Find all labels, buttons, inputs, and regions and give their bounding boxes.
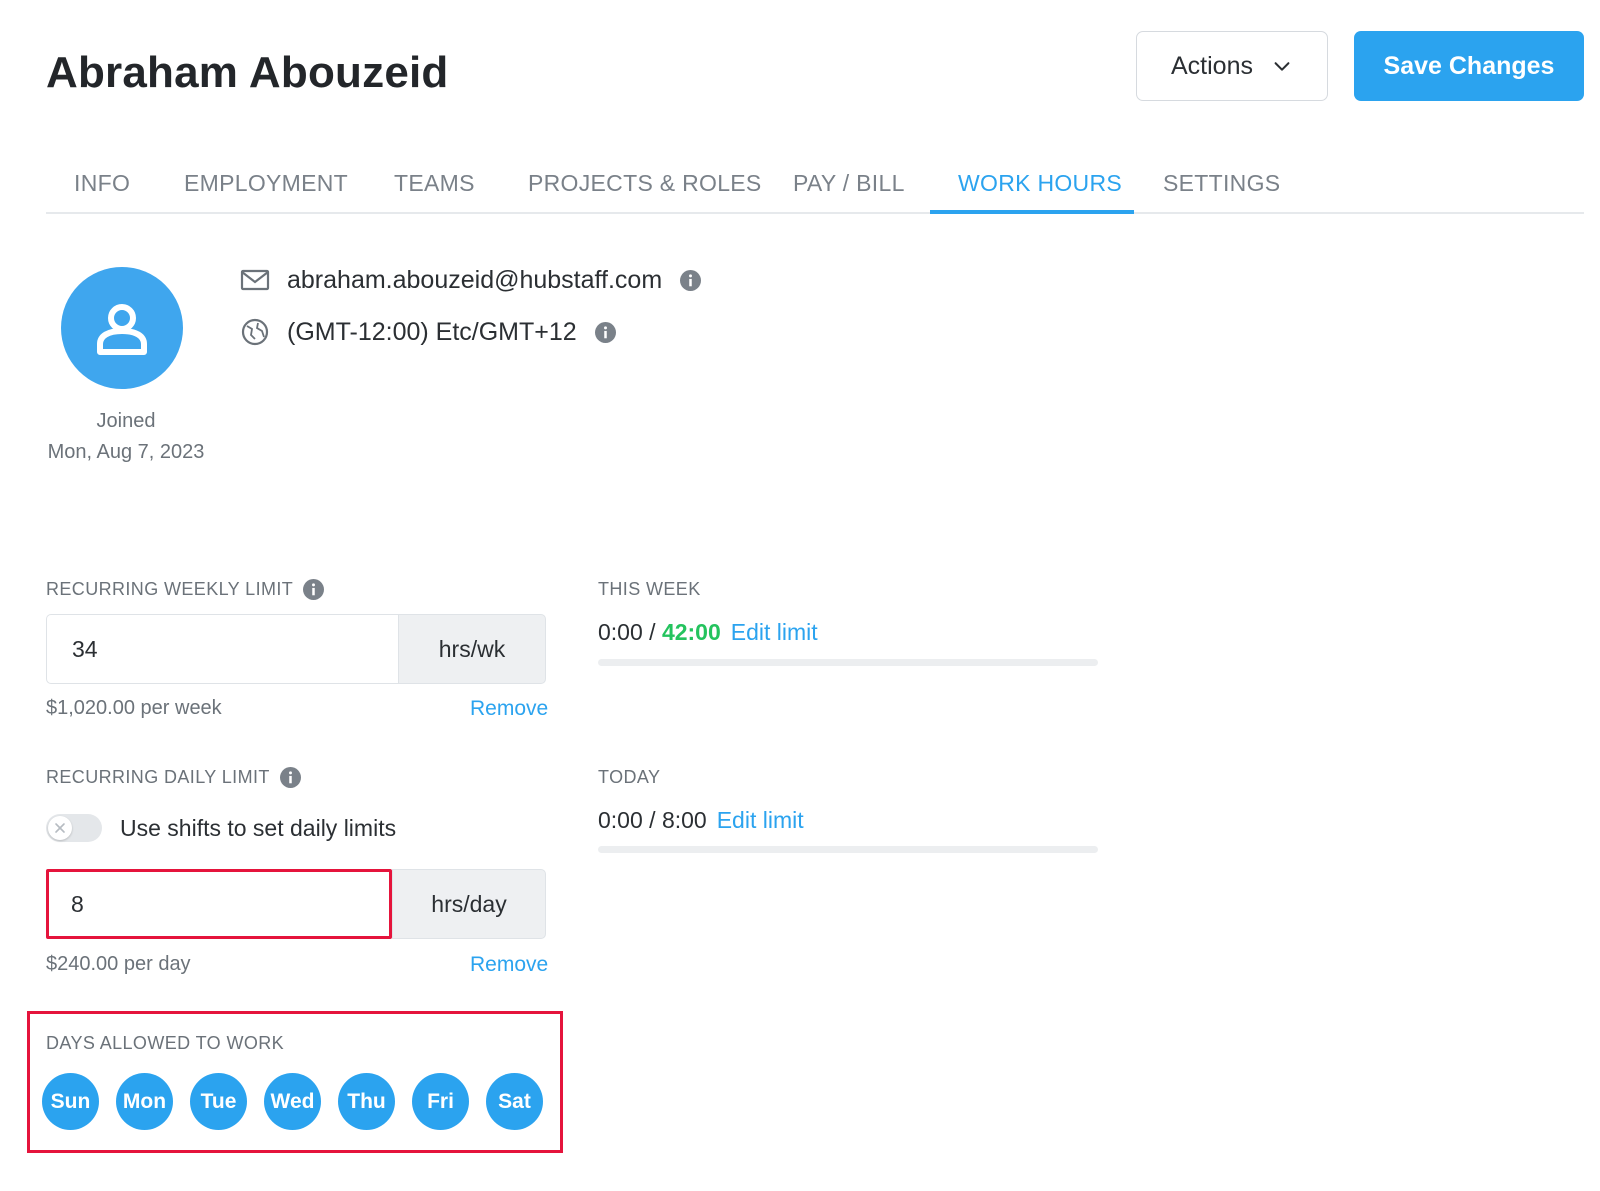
day-tue[interactable]: Tue	[190, 1073, 247, 1130]
this-week-progress-bar	[598, 659, 1098, 666]
daily-limit-label-text: RECURRING DAILY LIMIT	[46, 767, 270, 787]
close-icon	[55, 823, 65, 833]
weekly-limit-input-group: 34 hrs/wk	[46, 614, 546, 684]
weekly-remove-link[interactable]: Remove	[470, 697, 548, 721]
info-icon[interactable]	[279, 767, 301, 788]
today-used: 0:00	[598, 807, 643, 833]
shifts-toggle-row: Use shifts to set daily limits	[46, 814, 396, 842]
shifts-toggle-label: Use shifts to set daily limits	[120, 814, 397, 841]
actions-button[interactable]: Actions	[1136, 31, 1328, 101]
daily-limit-unit: hrs/day	[392, 869, 546, 939]
timezone-text: (GMT-12:00) Etc/GMT+12	[287, 317, 577, 346]
tab-teams[interactable]: TEAMS	[394, 170, 475, 214]
shifts-toggle[interactable]	[46, 814, 102, 842]
mail-icon	[240, 269, 270, 291]
day-fri[interactable]: Fri	[412, 1073, 469, 1130]
actions-label: Actions	[1171, 51, 1253, 80]
chevron-down-icon	[1274, 62, 1290, 71]
page-title: Abraham Abouzeid	[46, 48, 449, 97]
days-allowed-label: DAYS ALLOWED TO WORK	[46, 1033, 285, 1053]
weekly-limit-label: RECURRING WEEKLY LIMIT	[46, 579, 325, 600]
today-summary: 0:00 / 8:00 Edit limit	[598, 807, 804, 834]
user-icon	[97, 304, 147, 355]
daily-remove-link[interactable]: Remove	[470, 953, 548, 977]
daily-limit-label: RECURRING DAILY LIMIT	[46, 767, 301, 788]
tab-settings[interactable]: SETTINGS	[1163, 170, 1280, 214]
this-week-edit-limit-link[interactable]: Edit limit	[731, 619, 818, 646]
this-week-limit: 42:00	[661, 619, 721, 645]
tab-projects-roles[interactable]: PROJECTS & ROLES	[528, 170, 762, 214]
this-week-label: THIS WEEK	[598, 579, 701, 599]
weekly-limit-input[interactable]: 34	[46, 614, 398, 684]
info-icon[interactable]	[303, 579, 325, 600]
day-sat[interactable]: Sat	[486, 1073, 543, 1130]
tab-work-hours[interactable]: WORK HOURS	[958, 170, 1122, 214]
day-mon[interactable]: Mon	[116, 1073, 173, 1130]
day-thu[interactable]: Thu	[338, 1073, 395, 1130]
email-row: abraham.abouzeid@hubstaff.com	[240, 265, 702, 295]
this-week-summary: 0:00 / 42:00 Edit limit	[598, 619, 818, 646]
weekly-cost: $1,020.00 per week	[46, 697, 222, 719]
day-sun[interactable]: Sun	[42, 1073, 99, 1130]
this-week-separator: /	[642, 619, 662, 645]
joined-label: Joined	[96, 410, 156, 432]
today-separator: /	[642, 807, 662, 833]
tab-pay-bill[interactable]: PAY / BILL	[793, 170, 905, 214]
tab-bar: INFO EMPLOYMENT TEAMS PROJECTS & ROLES P…	[46, 160, 1584, 214]
daily-cost: $240.00 per day	[46, 953, 191, 975]
save-changes-button[interactable]: Save Changes	[1354, 31, 1584, 101]
today-limit: 8:00	[661, 807, 707, 833]
this-week-used: 0:00	[598, 619, 643, 645]
active-tab-indicator	[930, 210, 1134, 214]
info-icon[interactable]	[680, 269, 702, 291]
info-icon[interactable]	[594, 321, 616, 343]
today-edit-limit-link[interactable]: Edit limit	[717, 807, 804, 834]
daily-limit-input[interactable]: 8	[46, 869, 392, 939]
tab-employment[interactable]: EMPLOYMENT	[184, 170, 348, 214]
day-wed[interactable]: Wed	[264, 1073, 321, 1130]
toggle-knob	[48, 816, 72, 840]
globe-icon	[241, 318, 269, 346]
avatar	[61, 267, 183, 389]
email-text: abraham.abouzeid@hubstaff.com	[287, 265, 663, 294]
weekly-limit-unit: hrs/wk	[398, 614, 546, 684]
today-progress-bar	[598, 846, 1098, 853]
timezone-row: (GMT-12:00) Etc/GMT+12	[240, 317, 616, 347]
today-label: TODAY	[598, 767, 661, 787]
daily-limit-input-group: 8 hrs/day	[46, 869, 546, 939]
joined-date: Mon, Aug 7, 2023	[47, 441, 205, 463]
weekly-limit-label-text: RECURRING WEEKLY LIMIT	[46, 579, 294, 599]
tab-info[interactable]: INFO	[74, 170, 130, 214]
